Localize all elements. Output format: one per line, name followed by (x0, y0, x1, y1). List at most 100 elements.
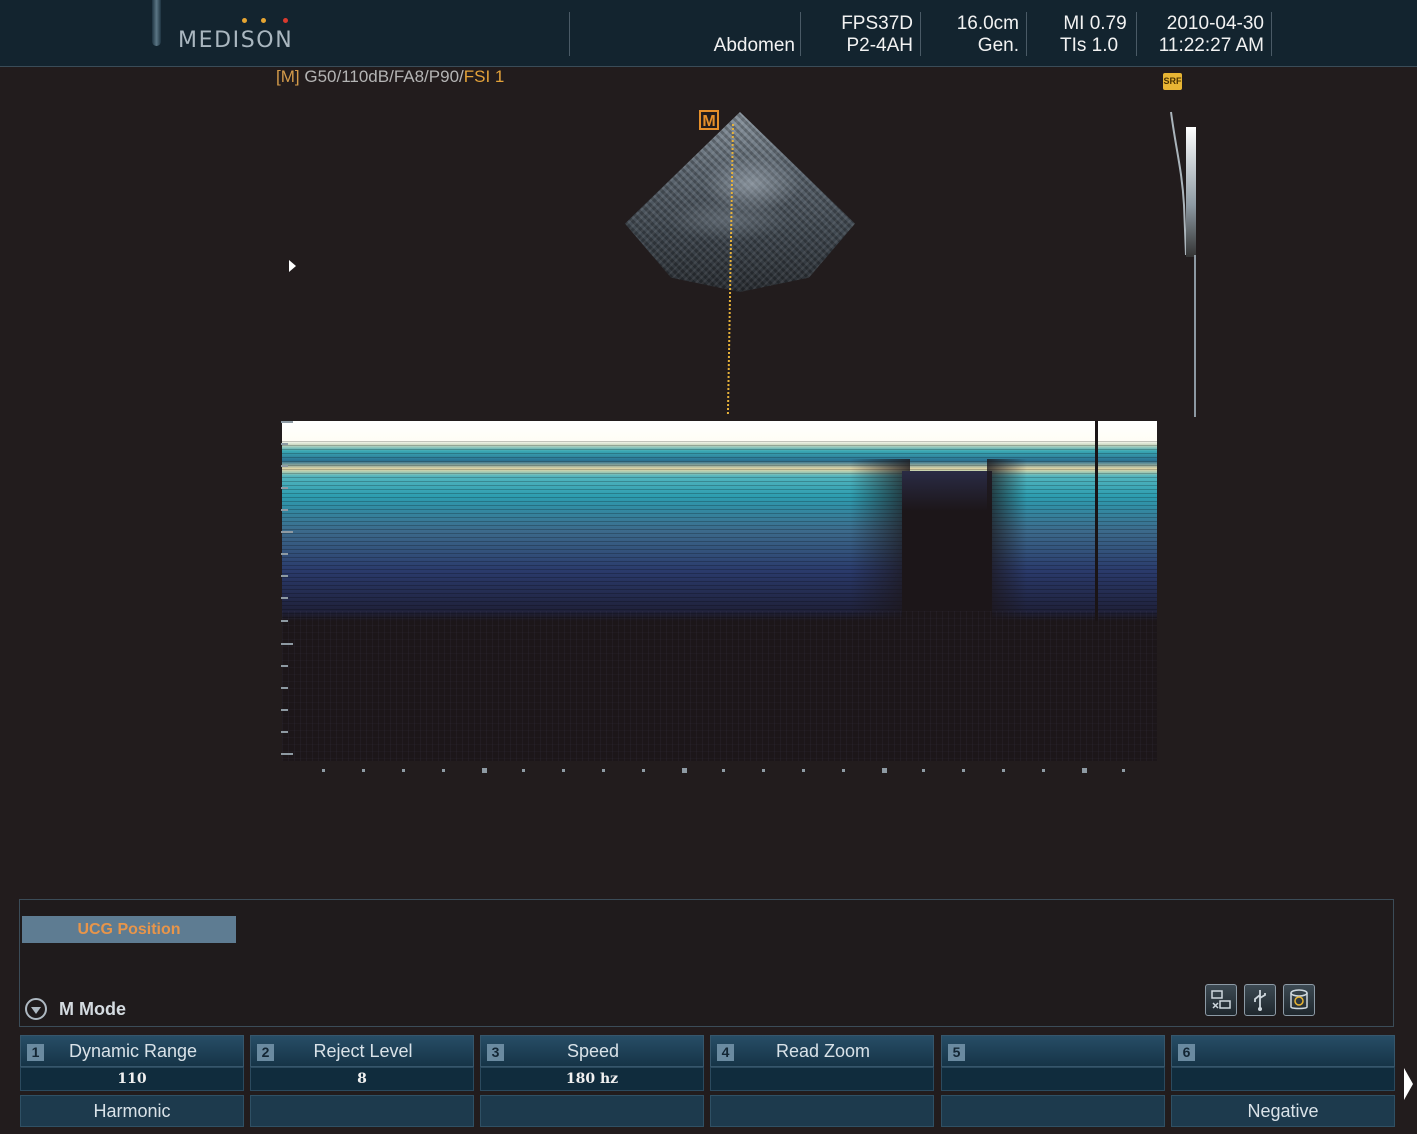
header-divider (569, 12, 570, 56)
grayscale-bar-line (1194, 255, 1196, 417)
depth-tick (281, 465, 288, 467)
date-label: 2010-04-30 (1166, 13, 1264, 34)
m-mode-label: M Mode (59, 998, 126, 1019)
softkey-1[interactable]: 1 Dynamic Range 110 Harmonic (20, 1035, 244, 1129)
softkey-value: 110 (20, 1067, 244, 1091)
depth-scale (281, 421, 295, 761)
probe-handle-graphic (152, 0, 161, 46)
softkey-5[interactable]: 5 (941, 1035, 1165, 1129)
depth-tick (281, 575, 288, 577)
network-icon[interactable] (1205, 984, 1237, 1016)
depth-tick (281, 731, 288, 733)
softkey-number: 5 (948, 1044, 965, 1061)
softkey-header[interactable]: 5 (941, 1035, 1165, 1067)
logo-dot (261, 18, 266, 23)
softkey-label: Speed (566, 1041, 620, 1061)
softkey-header[interactable]: 3 Speed (480, 1035, 704, 1067)
fsi-label: FSI 1 (463, 67, 505, 86)
m-mode-sweep-line (1095, 421, 1098, 621)
time-tick (1042, 769, 1045, 772)
logo-dot (242, 18, 247, 23)
header-divider (1136, 12, 1137, 56)
softkey-toggle[interactable] (710, 1095, 934, 1127)
time-tick (722, 769, 725, 772)
application-label[interactable]: Abdomen (690, 35, 795, 57)
softkey-value (1171, 1067, 1395, 1091)
usb-icon[interactable] (1244, 984, 1276, 1016)
softkey-value (941, 1067, 1165, 1091)
softkey-header[interactable]: 2 Reject Level (250, 1035, 474, 1067)
softkey-4[interactable]: 4 Read Zoom (710, 1035, 934, 1129)
depth-tick (281, 620, 288, 622)
depth-tick (281, 597, 288, 599)
time-tick (482, 768, 487, 773)
grayscale-bar (1186, 127, 1196, 257)
logo-dot (283, 18, 288, 23)
preset-label[interactable]: P2-4AH (810, 35, 913, 57)
ucg-position-button[interactable]: UCG Position (22, 916, 236, 943)
probe-label[interactable]: FPS37D (810, 13, 913, 35)
time-tick (322, 769, 325, 772)
m-mode-menu[interactable]: M Mode (25, 996, 126, 1022)
mi-label: MI 0.79 (1063, 13, 1127, 34)
mode-tag: [M] (276, 67, 300, 86)
depth-tick (281, 687, 288, 689)
m-mode-marker: M (699, 110, 719, 130)
softkey-6[interactable]: 6 Negative (1171, 1035, 1395, 1129)
softkey-label: Dynamic Range (68, 1041, 198, 1061)
softkey-header[interactable]: 4 Read Zoom (710, 1035, 934, 1067)
frequency-mode-label: Gen. (977, 35, 1019, 56)
time-tick (1082, 768, 1087, 773)
softkey-label: Reject Level (313, 1041, 413, 1061)
softkey-value (710, 1067, 934, 1091)
depth-label: 16.0cm (956, 13, 1019, 34)
m-mode-noise (282, 611, 1157, 761)
imaging-parameters: [M] G50/110dB/FA8/P90/FSI 1 (276, 67, 504, 87)
time-tick (1002, 769, 1005, 772)
softkey-number: 6 (1178, 1044, 1195, 1061)
brand-logo: MEDISON (178, 28, 294, 53)
softkey-3[interactable]: 3 Speed 180 hz (480, 1035, 704, 1129)
bmode-sector-image (625, 112, 855, 292)
header-divider (1271, 12, 1272, 56)
softkey-toggle[interactable]: Harmonic (20, 1095, 244, 1127)
depth-tick (281, 487, 288, 489)
softkey-value: 180 hz (480, 1067, 704, 1091)
time-tick (1122, 769, 1125, 772)
depth-tick (281, 753, 293, 755)
time-tick (882, 768, 887, 773)
time-tick (762, 769, 765, 772)
saf-icon: SRF (1163, 73, 1182, 90)
softkey-toggle[interactable]: Negative (1171, 1095, 1395, 1127)
depth-tick (281, 709, 288, 711)
softkey-toggle[interactable] (250, 1095, 474, 1127)
depth-tick (281, 553, 288, 555)
time-tick (802, 769, 805, 772)
depth-tick (281, 443, 288, 445)
logo-dots (242, 18, 292, 26)
header-divider (1026, 12, 1027, 56)
tis-label: TIs 1.0 (1060, 35, 1119, 56)
softkey-label: Read Zoom (775, 1041, 871, 1061)
time-tick (922, 769, 925, 772)
softkey-2[interactable]: 2 Reject Level 8 (250, 1035, 474, 1129)
chevron-down-icon[interactable] (25, 998, 47, 1020)
time-tick (682, 768, 687, 773)
time-tick (442, 769, 445, 772)
time-tick (962, 769, 965, 772)
softkey-header[interactable]: 6 (1171, 1035, 1395, 1067)
softkey-toggle[interactable] (941, 1095, 1165, 1127)
softkey-header[interactable]: 1 Dynamic Range (20, 1035, 244, 1067)
next-page-arrow-icon[interactable] (1404, 1068, 1413, 1100)
time-tick (642, 769, 645, 772)
softkey-value: 8 (250, 1067, 474, 1091)
depth-tick (281, 643, 293, 645)
time-scale (282, 768, 1162, 776)
m-mode-trace (282, 421, 1157, 761)
header-divider (920, 12, 921, 56)
parameter-settings: G50/110dB/FA8/P90/ (304, 67, 464, 86)
time-tick (362, 769, 365, 772)
disk-icon[interactable] (1283, 984, 1315, 1016)
softkey-toggle[interactable] (480, 1095, 704, 1127)
focus-pointer-icon (289, 260, 296, 272)
